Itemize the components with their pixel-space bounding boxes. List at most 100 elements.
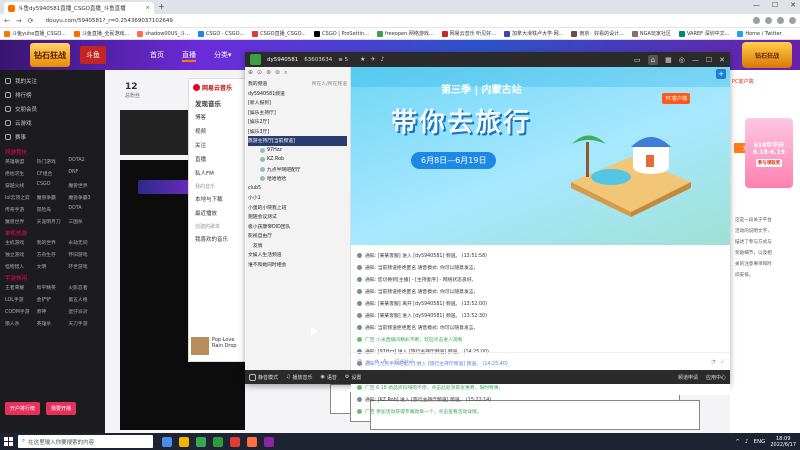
sidebar-game-link[interactable]: 传奇手游	[5, 206, 37, 213]
bookmark-item[interactable]: shadow00US_斗...	[137, 30, 190, 37]
sidebar-item[interactable]: 交朋会员	[5, 102, 100, 116]
sidebar-game-link[interactable]: 原神	[37, 308, 69, 315]
history-icon[interactable]: ◔	[711, 359, 715, 365]
play-music-button[interactable]: ♫ 播放音乐	[286, 374, 313, 381]
channel-tree-item[interactable]: club5	[248, 184, 347, 194]
banner-close-button[interactable]: +	[716, 69, 726, 79]
bookmark-item[interactable]: 斗鱼直播_全民游戏...	[73, 30, 129, 37]
channel-tree-item[interactable]: 极小孩康帝DID团队	[248, 222, 347, 232]
music-nav-item[interactable]: 最近播放	[189, 206, 245, 220]
browser-tab[interactable]: 斗鱼dy5940581直播_CSGO直播_斗鱼直播 ×	[4, 2, 154, 14]
netease-music-icon[interactable]	[230, 436, 240, 447]
discover-music[interactable]: 发现音乐	[189, 96, 245, 110]
sidebar-game-link[interactable]: DOTA	[68, 206, 100, 213]
sidebar-game-link[interactable]: LOL手游	[5, 296, 37, 303]
header-event-badge[interactable]: 钻石狂战	[742, 42, 792, 68]
tree-tool-icon[interactable]: ⊕	[248, 69, 253, 79]
maximize-button[interactable]: ☐	[706, 56, 712, 64]
bookmark-item[interactable]: NGA玩家社区	[631, 30, 671, 37]
settings-icon[interactable]: ⚙	[374, 359, 378, 365]
volume-icon[interactable]: ♪	[745, 439, 749, 445]
channel-tree-item[interactable]: [娱乐3厅]	[248, 127, 347, 137]
sidebar-game-link[interactable]: 主机游戏	[5, 239, 37, 246]
minimize-button[interactable]: —	[753, 1, 760, 9]
sidebar-game-link[interactable]: 热门游戏	[37, 158, 69, 165]
font-icon[interactable]: A	[383, 359, 386, 365]
sidebar-item[interactable]: 赛事	[5, 130, 100, 144]
618-promo-card[interactable]: 618年中庆 6.18-6.19 参与领取奖	[745, 118, 793, 188]
music-nav-item[interactable]: 视频	[189, 124, 245, 138]
back-button[interactable]: ←	[4, 17, 10, 25]
sidebar-game-link[interactable]: 怪物猎人	[5, 263, 37, 270]
channel-tree-item[interactable]: [娱乐2厅]	[248, 117, 347, 127]
sidebar-game-link[interactable]: CODM手游	[5, 308, 37, 315]
bookmark-item[interactable]: 南京 · 好看的设计...	[571, 30, 624, 37]
tree-tool-icon[interactable]: ⌕	[284, 69, 287, 79]
music-nav-item[interactable]: 我喜欢的音乐	[189, 232, 245, 246]
sidebar-game-link[interactable]: DNF	[68, 170, 100, 177]
clock[interactable]: 18:09 2022/6/17	[770, 436, 796, 448]
sidebar-item[interactable]: 云游戏	[5, 116, 100, 130]
now-playing[interactable]: Pop Love Rain Drop	[191, 337, 237, 355]
tab-close-button[interactable]: ×	[145, 5, 150, 11]
sidebar-game-link[interactable]: 穿越火线	[5, 182, 37, 189]
bookmark-item[interactable]: 加拿大滑铁卢大学·网...	[504, 30, 563, 37]
language-indicator[interactable]: ENG	[754, 439, 766, 445]
bookmark-item[interactable]: freeopen·网络游戏...	[376, 30, 434, 37]
yy-voice-icon[interactable]	[213, 436, 223, 447]
user-avatar[interactable]	[250, 54, 261, 65]
sidebar-game-link[interactable]: 天涯明月刀	[37, 218, 69, 225]
sidebar-game-link[interactable]: 冒险岛	[37, 206, 69, 213]
sidebar-game-link[interactable]: 怀旧游戏	[68, 251, 100, 258]
sidebar-game-link[interactable]: 独立游戏	[5, 251, 37, 258]
sidebar-game-link[interactable]: 金铲铲	[37, 296, 69, 303]
bookmark-item[interactable]: Home / Twitter	[737, 30, 782, 37]
channel-tree-item[interactable]: [娱乐主持厅]	[248, 108, 347, 118]
sidebar-game-link[interactable]: 方舟生存	[37, 251, 69, 258]
bookmark-item[interactable]: CSGO | ProSettin...	[314, 30, 369, 37]
sidebar-game-link[interactable]: 英雄联盟	[5, 158, 37, 165]
file-explorer-icon[interactable]	[179, 436, 189, 447]
nav-category[interactable]: 分类▾	[214, 50, 232, 62]
screenshot-icon[interactable]: ✂	[366, 359, 370, 365]
close-button[interactable]: ✕	[790, 1, 796, 9]
event-logo[interactable]: 钻石狂战	[30, 43, 70, 67]
app-icon[interactable]	[264, 436, 274, 447]
sidebar-game-link[interactable]: 环世游戏	[68, 263, 100, 270]
extension-icon[interactable]	[753, 17, 760, 24]
grid-icon[interactable]: ▦	[665, 56, 672, 64]
sidebar-game-link[interactable]: 和平精英	[37, 284, 69, 291]
settings-button[interactable]: ⚙ 设置	[345, 374, 362, 381]
tree-tool-icon[interactable]: ⊛	[266, 69, 271, 79]
bookmark-item[interactable]: 网易云音乐 听见好...	[441, 30, 496, 37]
sidebar-game-link[interactable]: 文明	[37, 263, 69, 270]
sidebar-game-link[interactable]: 我的世界	[37, 239, 69, 246]
sidebar-game-link[interactable]: 狼人杀	[5, 320, 37, 327]
emoji-icon[interactable]: ☺	[357, 359, 362, 365]
bookmark-item[interactable]: VAREF 深圳中文...	[678, 30, 729, 37]
sidebar-game-link[interactable]: DOTA2	[68, 158, 100, 165]
channel-tree-item[interactable]: KZ.Rob	[248, 155, 347, 165]
sidebar-game-link[interactable]: 魔兽争霸	[37, 194, 69, 201]
mute-toggle[interactable]: 静音模式	[249, 373, 278, 381]
settings-icon[interactable]: ◎	[679, 56, 685, 64]
tree-tool-icon[interactable]: ⊜	[275, 69, 280, 79]
channel-tree-item[interactable]: 友情	[248, 241, 347, 251]
title-action-icon[interactable]: ♪	[381, 56, 385, 63]
nav-live[interactable]: 直播	[182, 50, 196, 62]
home-icon[interactable]: ⌂	[647, 54, 659, 65]
screen-icon[interactable]: ▭	[634, 56, 641, 64]
tray-expand-icon[interactable]: ^	[735, 439, 740, 445]
music-nav-item[interactable]: 本地与下载	[189, 192, 245, 206]
music-nav-item[interactable]: 博客	[189, 110, 245, 124]
menu-icon[interactable]	[789, 17, 796, 24]
sidebar-game-link[interactable]: 永劫无间	[68, 239, 100, 246]
new-tab-button[interactable]: +	[158, 2, 165, 11]
sidebar-game-link[interactable]: 绝地求生	[5, 170, 37, 177]
rank-button[interactable]: 开户排行榜	[5, 402, 41, 415]
channel-tree-item[interactable]: 哈哈哈哈	[248, 174, 347, 184]
music-nav-item[interactable]: 关注	[189, 138, 245, 152]
windows-start-icon[interactable]	[4, 437, 13, 446]
douyu-logo[interactable]: 斗鱼	[80, 46, 106, 64]
bookmark-item[interactable]: CSGO · CSGO...	[197, 30, 244, 37]
